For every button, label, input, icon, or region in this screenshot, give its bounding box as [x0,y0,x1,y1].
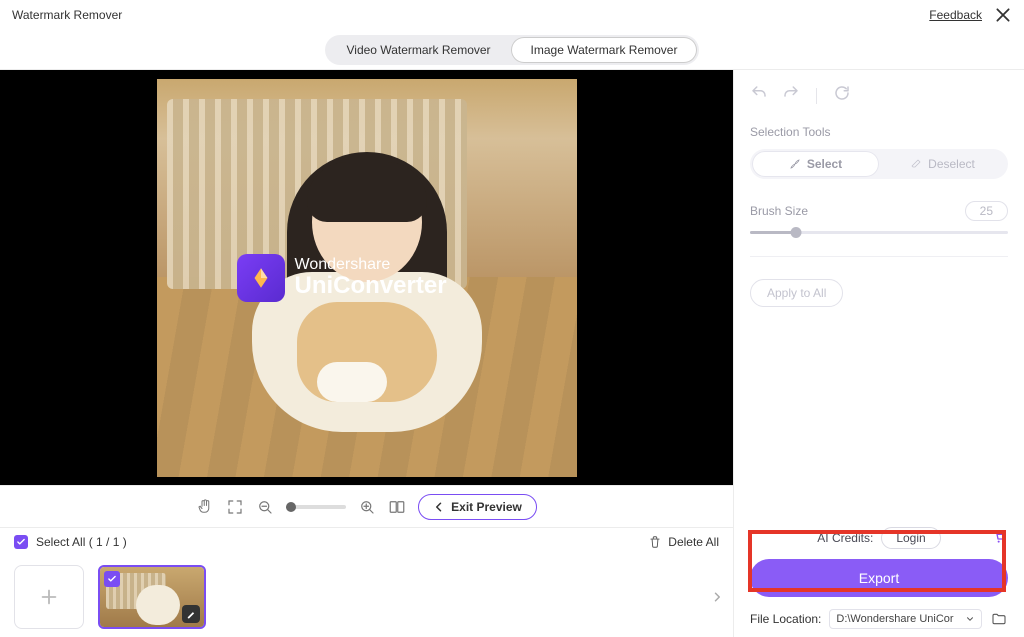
file-location-dropdown[interactable]: D:\Wondershare UniCor [829,609,982,629]
watermark-logo-icon [237,254,285,302]
delete-all-label: Delete All [668,535,719,549]
eraser-icon [910,158,922,170]
undo-icon [750,84,768,102]
folder-icon [991,611,1007,627]
check-icon [16,537,26,547]
ai-credits-label: AI Credits: [817,531,873,545]
file-location-label: File Location: [750,612,821,626]
cart-button[interactable] [992,529,1008,548]
selection-segment: Select Deselect [750,149,1008,179]
apply-to-all-button[interactable]: Apply to All [750,279,843,307]
trash-icon [648,535,662,549]
zoom-in-button[interactable] [358,498,376,516]
hand-icon [196,498,214,516]
feedback-link[interactable]: Feedback [929,8,982,22]
preview-image: Wondershare UniConverter [157,79,577,477]
chevron-down-icon [965,614,975,624]
chevron-right-icon [711,591,723,603]
watermark-text-2: UniConverter [295,273,447,299]
redo-button[interactable] [782,84,800,107]
brush-size-slider[interactable] [750,231,1008,234]
cart-icon [992,529,1008,545]
mode-tabs: Video Watermark Remover Image Watermark … [0,30,1024,70]
zoom-out-icon [256,498,274,516]
preview-canvas[interactable]: Wondershare UniConverter [0,70,733,485]
zoom-in-icon [358,498,376,516]
exit-preview-button[interactable]: Exit Preview [418,494,537,520]
pan-tool[interactable] [196,498,214,516]
select-all-checkbox[interactable] [14,535,28,549]
zoom-out-button[interactable] [256,498,274,516]
plus-icon [38,586,60,608]
file-location-value: D:\Wondershare UniCor [836,613,953,625]
arrow-left-icon [433,501,445,513]
export-label: Export [859,570,899,586]
delete-all-button[interactable]: Delete All [648,535,719,549]
login-button[interactable]: Login [881,527,940,549]
compare-button[interactable] [388,498,406,516]
deselect-tool-button[interactable]: Deselect [879,151,1006,177]
fit-tool[interactable] [226,498,244,516]
brush-size-value[interactable]: 25 [965,201,1008,221]
redo-icon [782,84,800,102]
exit-preview-label: Exit Preview [451,500,522,514]
browse-folder-button[interactable] [990,610,1008,628]
add-image-button[interactable] [14,565,84,629]
tab-video-watermark[interactable]: Video Watermark Remover [327,37,511,63]
compare-icon [388,498,406,516]
brush-icon [789,158,801,170]
close-icon [994,6,1012,24]
filmstrip-next-button[interactable] [707,587,727,607]
thumbnail-checkbox[interactable] [104,571,120,587]
filmstrip: Select All ( 1 / 1 ) Delete All [0,527,733,637]
selection-tools-title: Selection Tools [750,125,1008,139]
watermark-overlay: Wondershare UniConverter [237,254,447,302]
thumbnail-edit-button[interactable] [182,605,200,623]
sidebar: Selection Tools Select Deselect Brush Si… [734,70,1024,637]
pencil-icon [186,609,196,619]
deselect-tool-label: Deselect [928,157,975,171]
brush-size-label: Brush Size [750,204,808,218]
select-tool-button[interactable]: Select [752,151,879,177]
fit-icon [226,498,244,516]
check-icon [107,574,117,584]
select-tool-label: Select [807,157,842,171]
watermark-text-1: Wondershare [295,256,447,274]
window-title: Watermark Remover [12,8,122,22]
reset-icon [833,84,851,102]
export-button[interactable]: Export [750,559,1008,597]
titlebar: Watermark Remover Feedback [0,0,1024,30]
thumbnail-item[interactable] [98,565,206,629]
reset-button[interactable] [833,84,851,107]
tab-image-watermark[interactable]: Image Watermark Remover [511,37,698,63]
undo-button[interactable] [750,84,768,107]
zoom-slider[interactable] [286,505,346,509]
select-all-label: Select All ( 1 / 1 ) [36,535,127,549]
canvas-toolbar: Exit Preview [0,485,733,527]
close-button[interactable] [994,6,1012,24]
